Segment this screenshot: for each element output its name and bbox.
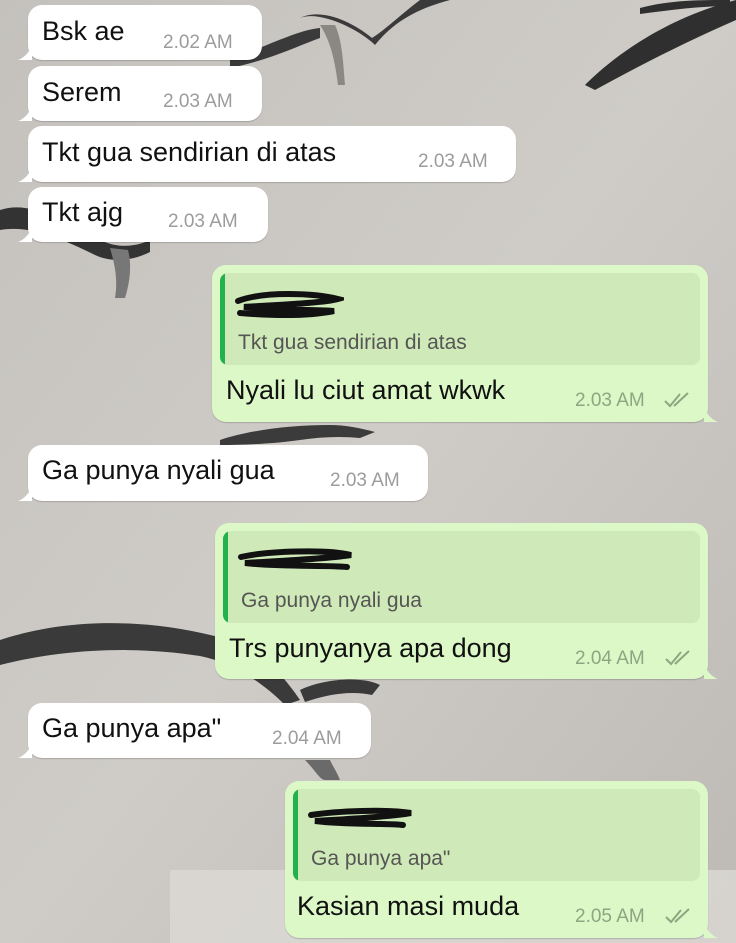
redacted-name-scribble xyxy=(308,807,412,828)
message-time: 2.03 AM xyxy=(575,390,645,411)
quoted-text: Tkt gua sendirian di atas xyxy=(238,331,467,354)
double-check-icon xyxy=(664,392,689,408)
quote-accent-bar xyxy=(220,273,225,365)
message-time: 2.04 AM xyxy=(575,648,645,669)
outgoing-message[interactable]: Ga punya nyali gua Trs punyanya apa dong… xyxy=(215,523,718,679)
message-text: Tkt gua sendirian di atas xyxy=(42,137,337,167)
message-time: 2.04 AM xyxy=(272,728,342,749)
double-check-icon xyxy=(665,650,690,666)
bubble-tail xyxy=(18,44,32,60)
quoted-text: Ga punya apa" xyxy=(311,847,451,870)
quote-accent-bar xyxy=(223,531,228,623)
quote-accent-bar xyxy=(293,789,298,881)
message-time: 2.03 AM xyxy=(330,470,400,491)
quoted-reply[interactable]: Tkt gua sendirian di atas xyxy=(220,273,700,365)
message-text: Nyali lu ciut amat wkwk xyxy=(226,375,506,405)
message-text: Serem xyxy=(42,77,122,107)
message-time: 2.05 AM xyxy=(575,906,645,927)
bubble-tail xyxy=(18,166,32,182)
redacted-name-scribble xyxy=(235,291,344,318)
bubble-tail xyxy=(18,226,32,242)
incoming-message[interactable]: Tkt ajg 2.03 AM xyxy=(18,187,268,242)
bubble-tail xyxy=(704,663,718,679)
incoming-message[interactable]: Ga punya apa" 2.04 AM xyxy=(18,703,371,758)
incoming-message[interactable]: Bsk ae 2.02 AM xyxy=(18,5,262,60)
incoming-message[interactable]: Tkt gua sendirian di atas 2.03 AM xyxy=(18,126,516,182)
incoming-message[interactable]: Ga punya nyali gua 2.03 AM xyxy=(18,445,428,501)
incoming-message[interactable]: Serem 2.03 AM xyxy=(18,66,262,121)
message-time: 2.03 AM xyxy=(163,91,233,112)
message-time: 2.03 AM xyxy=(418,151,488,172)
message-text: Trs punyanya apa dong xyxy=(229,633,512,663)
message-text: Tkt ajg xyxy=(42,197,124,227)
quoted-reply[interactable]: Ga punya nyali gua xyxy=(223,531,700,623)
bubble-tail xyxy=(18,742,32,758)
message-time: 2.03 AM xyxy=(168,211,238,232)
message-text: Ga punya apa" xyxy=(42,713,222,743)
message-text: Bsk ae xyxy=(42,16,125,46)
quoted-text: Ga punya nyali gua xyxy=(241,589,422,612)
message-time: 2.02 AM xyxy=(163,32,233,53)
redacted-name-scribble xyxy=(238,548,352,570)
bubble-tail xyxy=(18,485,32,501)
bubble-tail xyxy=(704,922,718,938)
quoted-reply[interactable]: Ga punya apa" xyxy=(293,789,700,881)
bubble-tail xyxy=(704,406,718,422)
bubble-tail xyxy=(18,105,32,121)
double-check-icon xyxy=(665,908,690,924)
outgoing-message[interactable]: Tkt gua sendirian di atas Nyali lu ciut … xyxy=(212,265,718,422)
outgoing-message[interactable]: Ga punya apa" Kasian masi muda 2.05 AM xyxy=(285,781,718,938)
message-text: Ga punya nyali gua xyxy=(42,455,275,485)
message-text: Kasian masi muda xyxy=(297,891,520,921)
